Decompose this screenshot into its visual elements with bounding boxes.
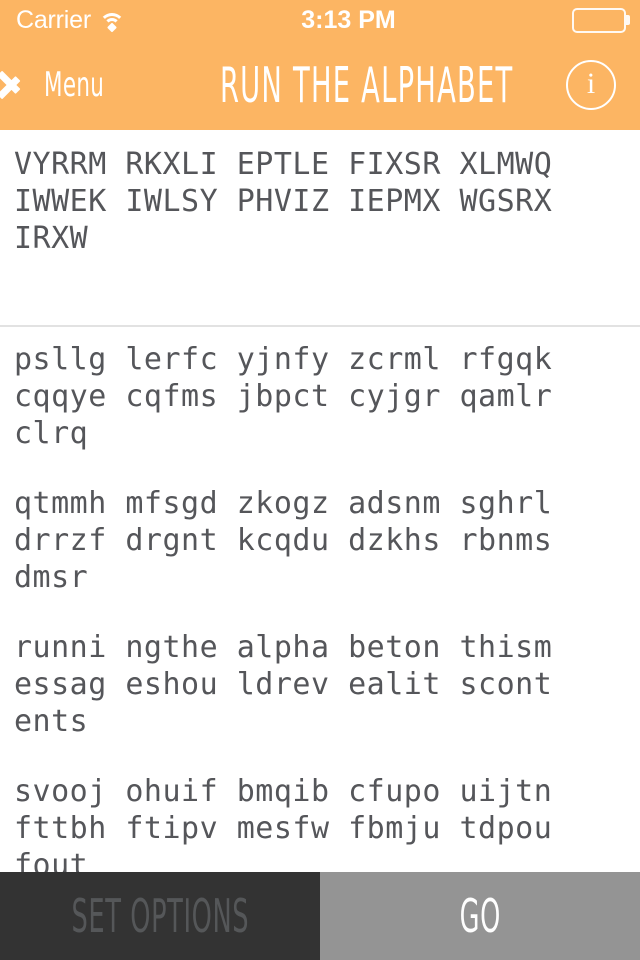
info-icon: i xyxy=(566,60,616,110)
cipher-input-box[interactable]: VYRRM RKXLI EPTLE FIXSR XLMWQ IWWEK IWLS… xyxy=(0,130,640,325)
set-options-button[interactable]: SET OPTIONS xyxy=(0,872,320,960)
status-bar: Carrier 3:13 PM xyxy=(0,0,640,40)
list-item: psllg lerfc yjnfy zcrml rfgqk cqqye cqfm… xyxy=(14,342,571,451)
carrier-label: Carrier xyxy=(16,5,91,34)
content-area: VYRRM RKXLI EPTLE FIXSR XLMWQ IWWEK IWLS… xyxy=(0,130,640,872)
bottom-toolbar: SET OPTIONS GO xyxy=(0,872,640,960)
battery-icon xyxy=(572,7,630,33)
wifi-icon xyxy=(99,11,125,32)
back-button-label: Menu xyxy=(44,65,105,105)
back-to-menu-button[interactable]: Menu xyxy=(0,66,130,104)
list-item: svooj ohuif bmqib cfupo uijtn fttbh ftip… xyxy=(14,774,571,872)
app-root: Carrier 3:13 PM Menu RUN THE ALPHABET i xyxy=(0,0,640,960)
nav-bar: Menu RUN THE ALPHABET i xyxy=(0,40,640,130)
list-item: qtmmh mfsgd zkogz adsnm sghrl drrzf drgn… xyxy=(14,486,571,595)
go-button[interactable]: GO xyxy=(320,872,640,960)
chevron-left-icon xyxy=(16,66,38,104)
clock-label: 3:13 PM xyxy=(301,5,396,34)
cipher-text: VYRRM RKXLI EPTLE FIXSR XLMWQ IWWEK IWLS… xyxy=(14,147,571,256)
go-label: GO xyxy=(459,889,501,943)
page-title: RUN THE ALPHABET xyxy=(219,60,514,110)
info-button[interactable]: i xyxy=(566,60,640,110)
status-bar-left: Carrier xyxy=(0,5,125,34)
status-bar-right xyxy=(572,7,640,33)
set-options-label: SET OPTIONS xyxy=(71,889,249,943)
status-bar-center: 3:13 PM xyxy=(125,6,572,35)
list-item: runni ngthe alpha beton thism essag esho… xyxy=(14,630,571,739)
page-title-container: RUN THE ALPHABET xyxy=(130,61,566,110)
results-list[interactable]: psllg lerfc yjnfy zcrml rfgqk cqqye cqfm… xyxy=(0,327,640,872)
